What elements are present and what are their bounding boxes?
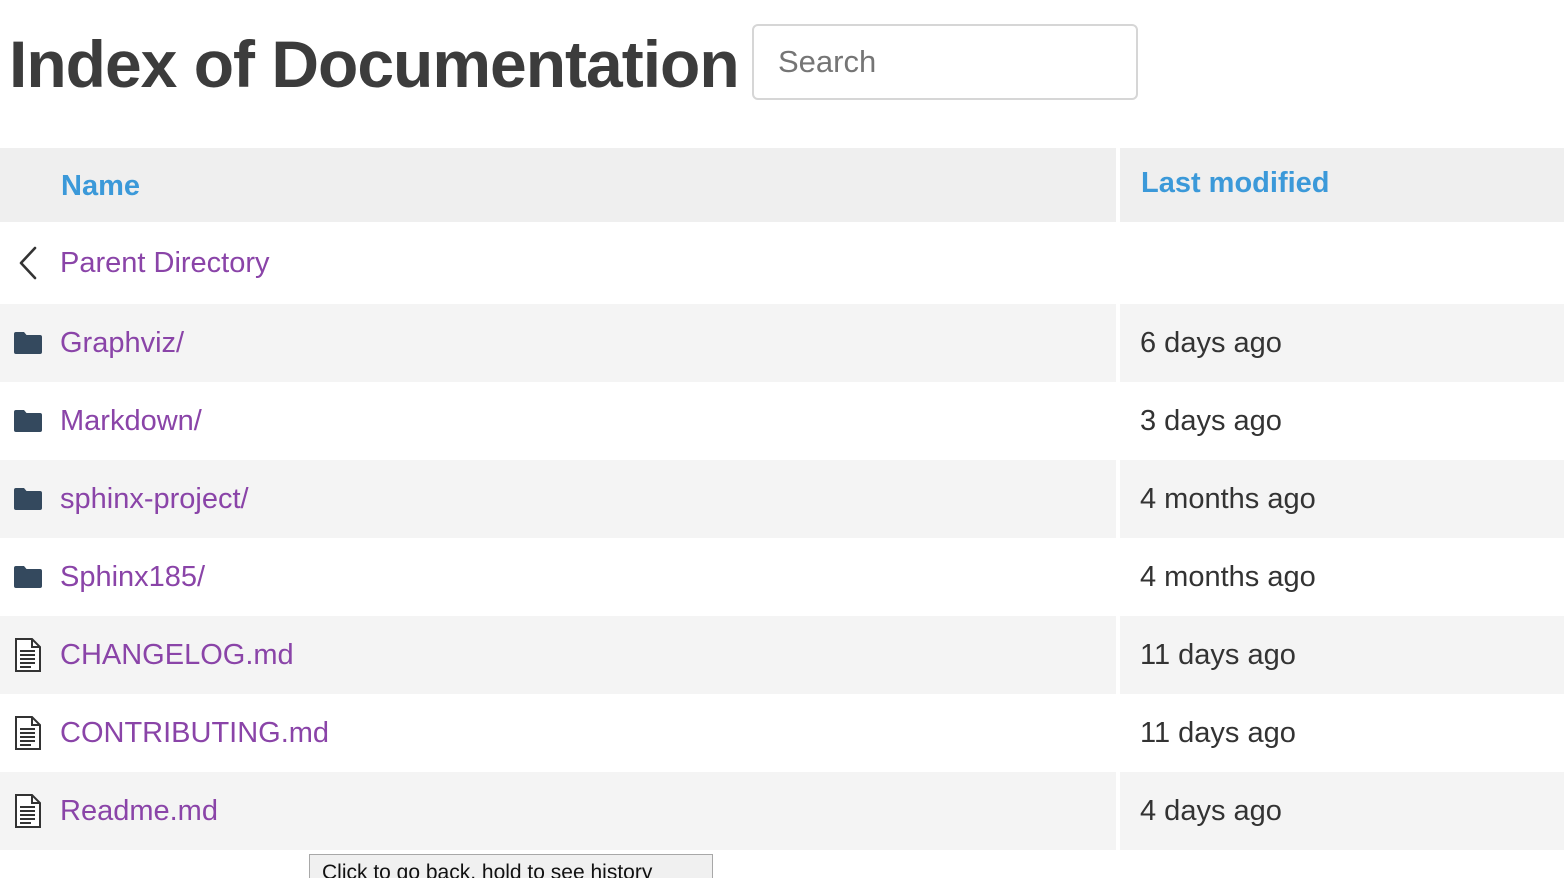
file-icon (13, 616, 43, 694)
folder-link[interactable]: sphinx-project/ (60, 460, 249, 538)
parent-directory-row[interactable]: Parent Directory (0, 222, 1564, 304)
table-header-row: Name Last modified (0, 148, 1564, 222)
table-row[interactable]: Graphviz/6 days ago (0, 304, 1564, 382)
folder-link[interactable]: Markdown/ (60, 382, 202, 460)
table-row[interactable]: Markdown/3 days ago (0, 382, 1564, 460)
table-row[interactable]: CHANGELOG.md 11 days ago (0, 616, 1564, 694)
folder-icon (13, 460, 43, 538)
name-column-header: Name (0, 148, 1116, 222)
name-cell: Graphviz/ (0, 304, 1116, 382)
last-modified-text: 3 days ago (1140, 404, 1282, 437)
folder-icon (13, 304, 43, 382)
parent-modified-cell (1120, 222, 1564, 304)
modified-cell: 4 months ago (1120, 460, 1564, 538)
modified-cell: 11 days ago (1120, 694, 1564, 772)
folder-link[interactable]: Sphinx185/ (60, 538, 205, 616)
folder-link[interactable]: Graphviz/ (60, 304, 184, 382)
search-input[interactable] (752, 24, 1138, 100)
sort-by-last-modified-link[interactable]: Last modified (1141, 146, 1330, 220)
last-modified-column-header: Last modified (1120, 148, 1564, 222)
file-icon (13, 772, 43, 850)
name-cell: CHANGELOG.md (0, 616, 1116, 694)
file-rows: Graphviz/6 days ago Markdown/3 days ago sp… (0, 304, 1564, 850)
modified-cell: 4 months ago (1120, 538, 1564, 616)
file-icon (13, 694, 43, 772)
page-header: Index of Documentation (0, 0, 1564, 130)
table-row[interactable]: sphinx-project/4 months ago (0, 460, 1564, 538)
table-row[interactable]: CONTRIBUTING.md 11 days ago (0, 694, 1564, 772)
back-button-tooltip: Click to go back, hold to see history (309, 854, 713, 878)
last-modified-text: 4 days ago (1140, 794, 1282, 827)
name-cell: Readme.md (0, 772, 1116, 850)
file-link[interactable]: Readme.md (60, 772, 218, 850)
folder-icon (13, 382, 43, 460)
modified-cell: 11 days ago (1120, 616, 1564, 694)
modified-cell: 3 days ago (1120, 382, 1564, 460)
last-modified-text: 6 days ago (1140, 326, 1282, 359)
last-modified-text: 11 days ago (1140, 638, 1296, 671)
name-cell: CONTRIBUTING.md (0, 694, 1116, 772)
directory-index-page: Index of Documentation Name Last modifie… (0, 0, 1564, 878)
modified-cell: 6 days ago (1120, 304, 1564, 382)
sort-by-name-link[interactable]: Name (61, 149, 140, 223)
last-modified-text: 11 days ago (1140, 716, 1296, 749)
parent-directory-link[interactable]: Parent Directory (60, 222, 270, 304)
name-cell: Markdown/ (0, 382, 1116, 460)
file-listing-table: Name Last modified Parent Directory Grap… (0, 148, 1564, 850)
page-title: Index of Documentation (9, 27, 740, 101)
modified-cell: 4 days ago (1120, 772, 1564, 850)
table-row[interactable]: Sphinx185/4 months ago (0, 538, 1564, 616)
table-row[interactable]: Readme.md 4 days ago (0, 772, 1564, 850)
file-link[interactable]: CHANGELOG.md (60, 616, 294, 694)
file-link[interactable]: CONTRIBUTING.md (60, 694, 329, 772)
last-modified-text: 4 months ago (1140, 560, 1316, 593)
last-modified-text: 4 months ago (1140, 482, 1316, 515)
name-cell: Sphinx185/ (0, 538, 1116, 616)
chevron-left-icon (13, 222, 43, 304)
parent-name-cell: Parent Directory (0, 222, 1116, 304)
folder-icon (13, 538, 43, 616)
name-cell: sphinx-project/ (0, 460, 1116, 538)
